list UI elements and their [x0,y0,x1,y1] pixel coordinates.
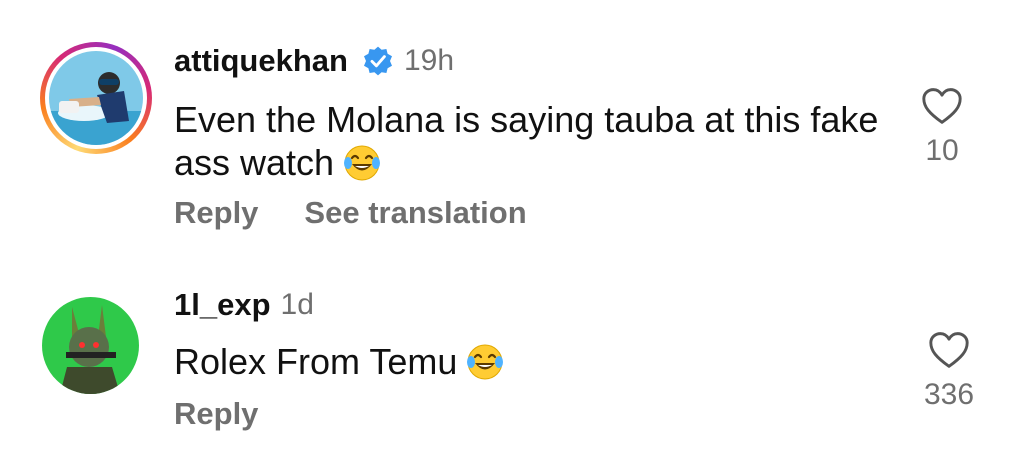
heart-icon[interactable] [920,86,964,126]
laughing-tears-emoji-icon [344,145,381,181]
avatar[interactable] [42,297,139,394]
comment-text: Rolex From Temu [174,340,894,383]
like-control: 336 [914,330,984,412]
username[interactable]: attiquekhan [174,43,348,79]
like-control: 10 [912,86,972,168]
comment-time: 1d [280,288,314,321]
laughing-tears-emoji-icon [467,344,504,380]
comment-text: Even the Molana is saying tauba at this … [174,98,894,184]
heart-icon[interactable] [927,330,971,370]
avatar[interactable] [49,51,143,145]
username[interactable]: 1l_exp [174,287,271,323]
comment-body: Rolex From Temu [174,341,458,382]
like-count: 336 [923,378,975,411]
comment-body: Even the Molana is saying tauba at this … [174,99,879,183]
reply-button[interactable]: Reply [174,396,258,432]
see-translation-button[interactable]: See translation [304,195,526,231]
verified-badge-icon [363,46,392,76]
comment-time: 19h [403,44,455,77]
like-count: 10 [925,134,959,167]
comment-item: attiquekhan 19h Even the Molana is sayin… [0,0,1024,260]
comment-meta: 1l_exp 1d [174,287,314,323]
reply-button[interactable]: Reply [174,195,258,231]
comment-actions: Reply [174,396,258,432]
comment-actions: Reply See translation [174,195,527,231]
comment-meta: attiquekhan 19h [174,43,454,79]
